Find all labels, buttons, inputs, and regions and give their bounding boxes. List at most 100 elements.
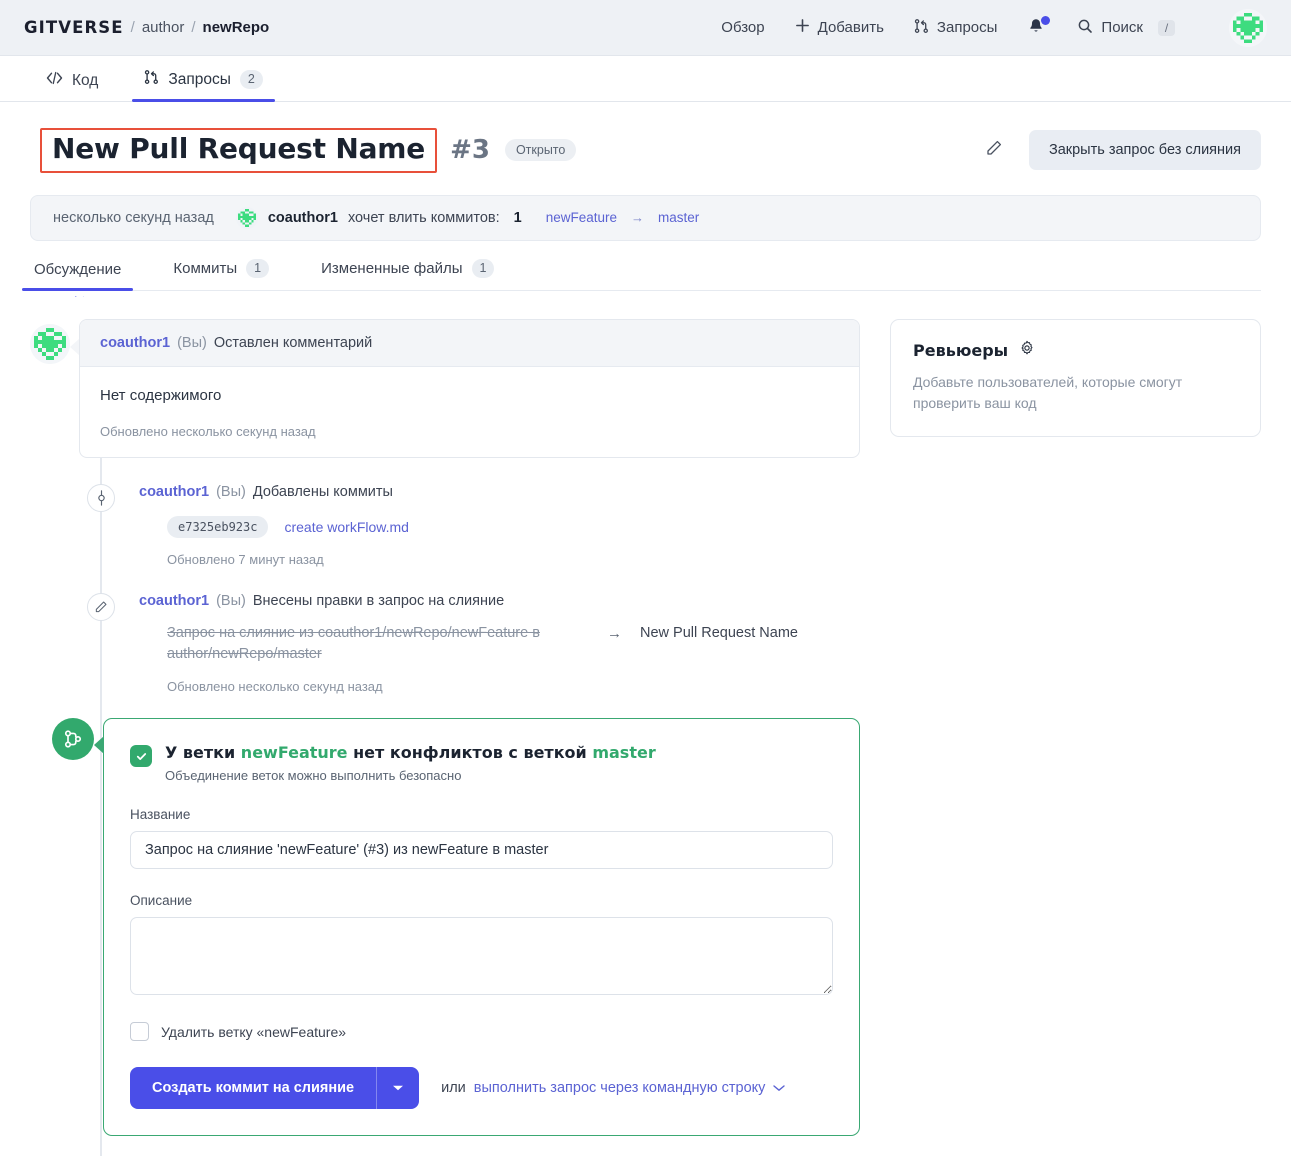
search-icon <box>1077 18 1093 38</box>
subtab-commits[interactable]: Коммиты 1 <box>169 258 273 291</box>
comment-text: Нет содержимого <box>100 387 222 405</box>
subtab-changed-files[interactable]: Измененные файлы 1 <box>317 258 498 291</box>
sidebar-column: Ревьюеры Добавьте пользователей, которые… <box>890 319 1261 1136</box>
commit-message[interactable]: create workFlow.md <box>284 519 408 535</box>
timeline-event-title: coauthor1 (Вы) Добавлены коммиты <box>139 484 860 500</box>
merge-subtitle: Объединение веток можно выполнить безопа… <box>165 768 462 784</box>
breadcrumb: GITVERSE / author / newRepo <box>24 18 269 37</box>
pr-number: #3 <box>450 135 490 166</box>
diff-arrow-icon: → <box>607 625 622 643</box>
search-shortcut-key: / <box>1158 19 1175 36</box>
breadcrumb-repo[interactable]: newRepo <box>203 19 270 36</box>
event-author[interactable]: coauthor1 <box>139 593 209 609</box>
pr-commit-count: 1 <box>513 209 522 226</box>
merge-description-textarea[interactable] <box>130 917 833 996</box>
event-author[interactable]: coauthor1 <box>139 484 209 500</box>
pr-title-row: New Pull Request Name #3 Открыто Закрыть… <box>30 102 1261 173</box>
event-author-you: (Вы) <box>216 593 246 610</box>
event-updated: Обновлено несколько секунд назад <box>167 679 383 695</box>
tab-requests[interactable]: Запросы 2 <box>132 69 276 102</box>
gear-icon[interactable] <box>1019 340 1035 361</box>
merge-description-label: Описание <box>130 893 193 909</box>
search-button[interactable]: Поиск / <box>1077 18 1175 38</box>
timeline-event-title: coauthor1 (Вы) Внесены правки в запрос н… <box>139 593 860 609</box>
comment-card: coauthor1 (Вы) Оставлен комментарий Нет … <box>79 319 860 459</box>
commit-row: e7325eb923c create workFlow.md <box>139 516 860 539</box>
breadcrumb-owner[interactable]: author <box>142 19 185 36</box>
subtab-commits-count: 1 <box>246 258 270 279</box>
top-navigation: Обзор Добавить Запросы Поиск / <box>721 8 1267 47</box>
pr-created-time: несколько секунд назад <box>53 209 214 226</box>
subtab-changed-files-count: 1 <box>471 258 495 279</box>
avatar <box>30 324 70 365</box>
pencil-icon <box>985 139 1003 162</box>
subtab-changed-files-label: Измененные файлы <box>321 260 463 278</box>
edit-title-button[interactable] <box>983 139 1005 161</box>
breadcrumb-separator-2: / <box>191 19 196 36</box>
comment-updated: Обновлено несколько секунд назад <box>100 424 316 440</box>
new-title: New Pull Request Name <box>640 625 798 642</box>
merge-headline: У ветки newFeature нет конфликтов с ветк… <box>165 743 656 762</box>
active-subtab-caret <box>72 290 84 297</box>
subtab-discussion[interactable]: Обсуждение <box>21 261 134 292</box>
event-author-you: (Вы) <box>216 484 246 501</box>
merge-options-dropdown[interactable] <box>376 1067 419 1110</box>
delete-branch-checkbox[interactable] <box>130 1022 149 1042</box>
avatar <box>235 206 258 229</box>
pr-sub-tabs: Обсуждение Коммиты 1 Измененные файлы 1 <box>21 258 1261 292</box>
nav-add-label: Добавить <box>817 19 884 36</box>
command-line-link[interactable]: выполнить запрос через командную строку <box>474 1080 786 1096</box>
nav-add[interactable]: Добавить <box>795 18 884 37</box>
check-icon <box>130 745 152 768</box>
comment-author[interactable]: coauthor1 <box>100 335 170 351</box>
merge-icon <box>52 718 94 761</box>
comment-author-you: (Вы) <box>177 335 207 352</box>
pr-meta-bar: несколько секунд назад coauthor1 хочет в… <box>30 194 1261 241</box>
plus-icon <box>795 18 810 37</box>
merge-name-input[interactable] <box>130 831 833 870</box>
close-request-button[interactable]: Закрыть запрос без слияния <box>1028 130 1261 171</box>
pr-title-highlight-box: New Pull Request Name <box>40 128 438 173</box>
reviewers-header: Ревьюеры <box>913 340 1238 361</box>
create-merge-commit-button[interactable]: Создать коммит на слияние <box>130 1067 420 1110</box>
merge-card: У ветки newFeature нет конфликтов с ветк… <box>103 718 860 1137</box>
timeline-column: coauthor1 (Вы) Оставлен комментарий Нет … <box>30 319 860 1157</box>
pull-request-icon <box>144 69 159 90</box>
notifications-button[interactable] <box>1027 15 1051 39</box>
commit-sha[interactable]: e7325eb923c <box>167 516 269 539</box>
content-columns: coauthor1 (Вы) Оставлен комментарий Нет … <box>30 319 1261 1157</box>
subtab-commits-label: Коммиты <box>173 260 238 278</box>
timeline-event-commits: coauthor1 (Вы) Добавлены коммиты e7325eb… <box>30 484 860 567</box>
merge-headline-block: У ветки newFeature нет конфликтов с ветк… <box>165 743 656 783</box>
nav-overview[interactable]: Обзор <box>721 19 764 36</box>
comment-pointer <box>70 339 79 356</box>
page-title: New Pull Request Name <box>52 132 426 165</box>
old-title: Запрос на слияние из coauthor1/newRepo/n… <box>167 625 540 663</box>
breadcrumb-separator-1: / <box>130 19 135 36</box>
nav-requests[interactable]: Запросы <box>914 18 998 38</box>
source-branch-link[interactable]: newFeature <box>546 210 617 225</box>
branch-arrow-icon: → <box>631 210 644 226</box>
delete-branch-row[interactable]: Удалить ветку «newFeature» <box>130 1022 833 1042</box>
comment-body: Нет содержимого Обновлено несколько секу… <box>80 367 859 457</box>
user-avatar[interactable] <box>1229 8 1267 47</box>
timeline-event-content: coauthor1 (Вы) Добавлены коммиты e7325eb… <box>139 484 860 567</box>
tab-code[interactable]: Код <box>40 71 104 101</box>
gitverse-logo[interactable]: GITVERSE <box>24 18 124 37</box>
title-change-diff: Запрос на слияние из coauthor1/newRepo/n… <box>139 623 860 665</box>
or-text: или <box>441 1080 466 1097</box>
merge-name-label: Название <box>130 807 191 823</box>
timeline-comment: coauthor1 (Вы) Оставлен комментарий Нет … <box>30 319 860 459</box>
target-branch-link[interactable]: master <box>658 210 699 225</box>
pr-author[interactable]: coauthor1 <box>268 210 338 226</box>
nav-overview-label: Обзор <box>721 19 765 36</box>
merge-source-branch: newFeature <box>240 743 348 763</box>
nav-requests-label: Запросы <box>936 19 998 36</box>
page-content: New Pull Request Name #3 Открыто Закрыть… <box>0 102 1291 1157</box>
timeline-event-content: coauthor1 (Вы) Внесены правки в запрос н… <box>139 593 860 694</box>
tab-code-label: Код <box>72 71 99 89</box>
reviewers-title: Ревьюеры <box>913 341 1009 361</box>
merge-actions: Создать коммит на слияние или выполнить … <box>130 1067 833 1110</box>
subtab-discussion-label: Обсуждение <box>34 261 122 279</box>
reviewers-description: Добавьте пользователей, которые смогут п… <box>913 374 1183 412</box>
